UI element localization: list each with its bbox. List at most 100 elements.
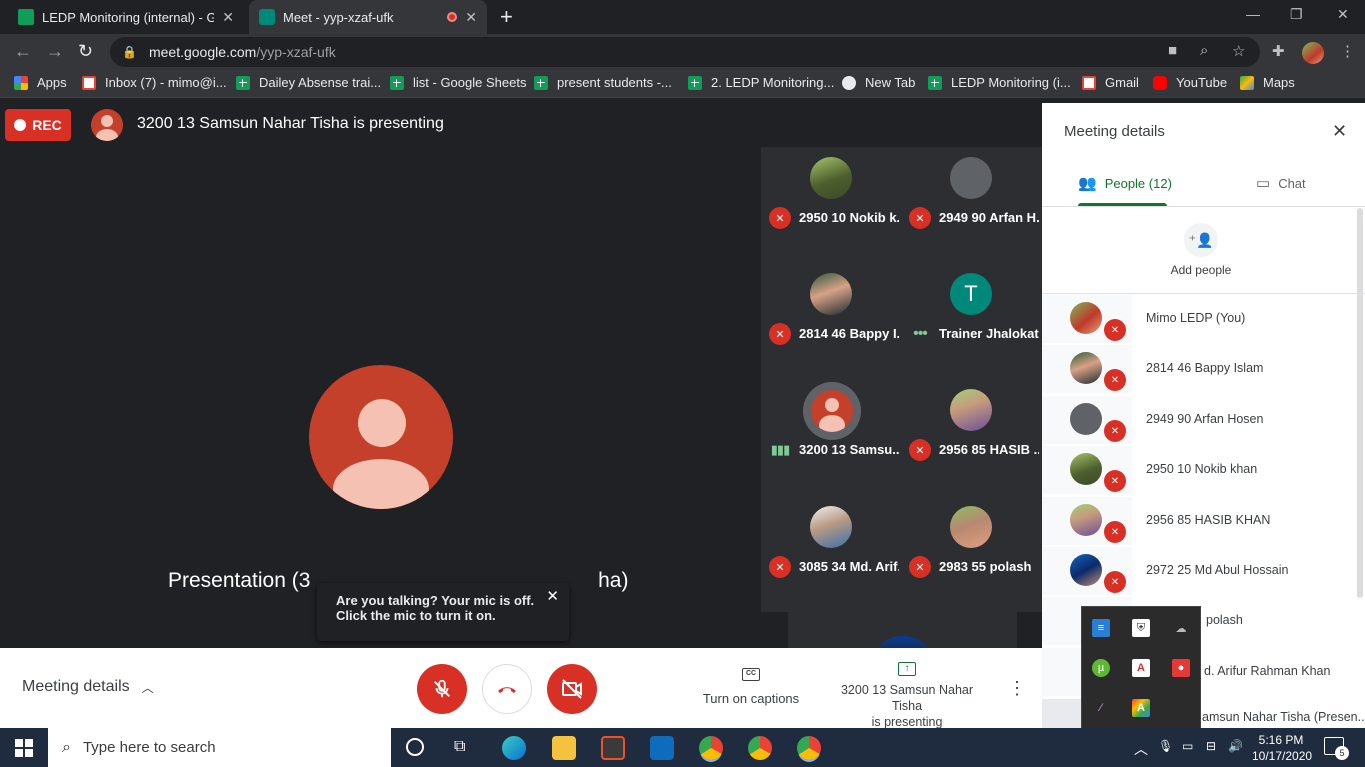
participant-tile[interactable]: ✕ 2950 10 Nokib k... (761, 147, 901, 263)
list-item[interactable]: ✕ 2972 25 Md Abul Hossain (1042, 547, 1356, 597)
google-sheets-icon (390, 75, 404, 90)
chrome-icon[interactable] (797, 736, 821, 760)
new-tab-button[interactable]: + (500, 4, 513, 30)
edge-icon[interactable] (502, 736, 526, 760)
more-options-icon[interactable]: ⋮ (1008, 678, 1026, 699)
apps-grid-icon (14, 75, 28, 90)
letter-avatar: T (950, 273, 992, 315)
panel-scrollbar[interactable] (1357, 208, 1363, 598)
battery-icon[interactable]: ▭ (1182, 739, 1193, 753)
keyboard-language-icon[interactable]: A (1132, 699, 1150, 717)
list-item[interactable]: ✕ 2956 85 HASIB KHAN (1042, 497, 1356, 547)
participant-tile[interactable]: T ••• Trainer Jhalokat... (901, 263, 1041, 379)
participant-photo (810, 506, 852, 548)
list-item[interactable]: ✕ 2814 46 Bappy Islam (1042, 345, 1356, 395)
bookmark-present-students[interactable]: present students -... (534, 75, 672, 90)
store-icon[interactable] (601, 736, 625, 760)
tab-ledp-monitoring[interactable]: LEDP Monitoring (internal) - Goo ✕ (8, 0, 244, 34)
windows-start-icon[interactable] (15, 739, 33, 757)
close-tab-icon[interactable]: ✕ (465, 9, 477, 26)
bookmark-apps[interactable]: Apps (14, 75, 67, 90)
speaking-ring (803, 382, 861, 440)
leave-call-button[interactable] (482, 664, 532, 714)
reload-icon[interactable]: ↻ (78, 41, 93, 62)
participant-tile[interactable]: ✕ 3085 34 Md. Arif... (761, 496, 901, 612)
presenting-button[interactable]: ↑ 3200 13 Samsun Nahar Tisha is presenti… (826, 662, 988, 730)
cortana-icon[interactable] (406, 738, 424, 756)
participant-tile[interactable]: ✕ 2956 85 HASIB ... (901, 379, 1041, 495)
task-view-icon[interactable]: ⧉ (454, 738, 465, 756)
forward-icon[interactable]: → (46, 41, 64, 62)
gmail-icon (1082, 75, 1096, 90)
list-item[interactable]: ✕ Mimo LEDP (You) (1042, 295, 1356, 345)
volume-icon[interactable]: 🔊 (1228, 739, 1243, 753)
participant-tile[interactable]: ▮▮▮ 3200 13 Samsu... (761, 379, 901, 495)
camera-off-icon (562, 679, 582, 699)
participant-tile[interactable]: ✕ 2814 46 Bappy I... (761, 263, 901, 379)
audio-level-icon: ▮▮▮ (770, 442, 790, 457)
participant-photo (950, 389, 992, 431)
mic-off-icon: ✕ (909, 439, 931, 461)
camera-button[interactable] (547, 664, 597, 714)
bookmark-gmail[interactable]: Gmail (1082, 75, 1139, 90)
bookmark-ledp-monitoring-2[interactable]: 2. LEDP Monitoring... (688, 75, 834, 90)
bookmark-maps[interactable]: Maps (1240, 75, 1295, 90)
taskbar-search-box[interactable]: ⌕ Type here to search (48, 728, 391, 767)
network-app-icon[interactable]: ≡ (1092, 619, 1110, 637)
presenting-title: 3200 13 Samsun Nahar Tisha is presenting (137, 115, 444, 132)
tab-chat[interactable]: ▭ Chat (1256, 174, 1306, 192)
tab-meet[interactable]: Meet - yyp-xzaf-ufk ✕ (249, 0, 487, 34)
close-window-icon[interactable]: ✕ (1337, 6, 1349, 23)
cloud-off-icon[interactable]: ☁ (1172, 619, 1190, 637)
close-icon[interactable]: ✕ (546, 589, 559, 604)
tab-people[interactable]: 👥 People (12) (1078, 174, 1172, 192)
bookmark-star-icon[interactable]: ☆ (1232, 42, 1245, 60)
bookmark-youtube[interactable]: YouTube (1153, 75, 1227, 90)
bookmark-new-tab[interactable]: New Tab (842, 75, 915, 90)
extensions-icon[interactable]: ✚ (1272, 42, 1285, 60)
mail-icon[interactable] (650, 736, 674, 760)
add-people-button[interactable]: ⁺👤 Add people (1168, 223, 1234, 277)
network-icon[interactable]: ⊟ (1206, 739, 1216, 753)
bookmark-inbox[interactable]: Inbox (7) - mimo@i... (82, 75, 227, 90)
mic-off-icon: ✕ (769, 556, 791, 578)
chrome-icon[interactable] (699, 736, 723, 760)
utorrent-icon[interactable]: µ (1092, 659, 1110, 677)
list-item[interactable]: ✕ 2950 10 Nokib khan (1042, 446, 1356, 496)
acrobat-icon[interactable]: A (1132, 659, 1150, 677)
restore-icon[interactable]: ❐ (1290, 6, 1303, 23)
minimize-icon[interactable]: — (1246, 6, 1260, 22)
feather-icon[interactable]: ∕ (1092, 699, 1110, 717)
mic-off-icon: ✕ (769, 323, 791, 345)
meeting-details-button[interactable]: Meeting details ︿ (22, 678, 154, 696)
participant-tile[interactable]: ✕ 2983 55 polash (901, 496, 1041, 612)
list-item[interactable]: ✕ 2949 90 Arfan Hosen (1042, 396, 1356, 446)
file-explorer-icon[interactable] (552, 736, 576, 760)
microphone-button[interactable] (417, 664, 467, 714)
bookmark-absense[interactable]: Dailey Absense trai... (236, 75, 381, 90)
participant-tile[interactable]: ✕ 2949 90 Arfan H... (901, 147, 1041, 263)
chrome-icon[interactable] (748, 736, 772, 760)
camera-icon[interactable]: ■ (1168, 42, 1177, 59)
close-tab-icon[interactable]: ✕ (222, 9, 234, 26)
chevron-up-icon[interactable]: ︿ (1134, 739, 1148, 759)
google-sheets-icon (534, 75, 548, 90)
microphone-icon[interactable]: 🎙 (1158, 739, 1173, 753)
meet-stage: REC 3200 13 Samsun Nahar Tisha is presen… (0, 103, 1042, 666)
address-bar[interactable]: 🔒 meet.google.com /yyp-xzaf-ufk (110, 37, 1260, 67)
default-avatar-icon (1070, 403, 1102, 435)
menu-icon[interactable]: ⋮ (1340, 42, 1355, 60)
back-icon[interactable]: ← (14, 41, 32, 62)
divider (1042, 206, 1365, 207)
captions-button[interactable]: CC Turn on captions (700, 668, 802, 706)
close-icon[interactable]: ✕ (1332, 121, 1347, 142)
security-shield-icon[interactable]: ⛨ (1132, 619, 1150, 637)
url-path: /yyp-xzaf-ufk (256, 44, 336, 60)
bookmark-ledp-monitoring[interactable]: LEDP Monitoring (i... (928, 75, 1071, 90)
bookmark-list-sheets[interactable]: list - Google Sheets (390, 75, 526, 90)
recorder-icon[interactable]: ● (1172, 659, 1190, 677)
zoom-icon[interactable]: ⌕ (1200, 42, 1208, 59)
clock[interactable]: 5:16 PM 10/17/2020 (1252, 732, 1312, 764)
more-dots-icon: ••• (913, 325, 928, 342)
profile-avatar[interactable] (1302, 42, 1324, 64)
